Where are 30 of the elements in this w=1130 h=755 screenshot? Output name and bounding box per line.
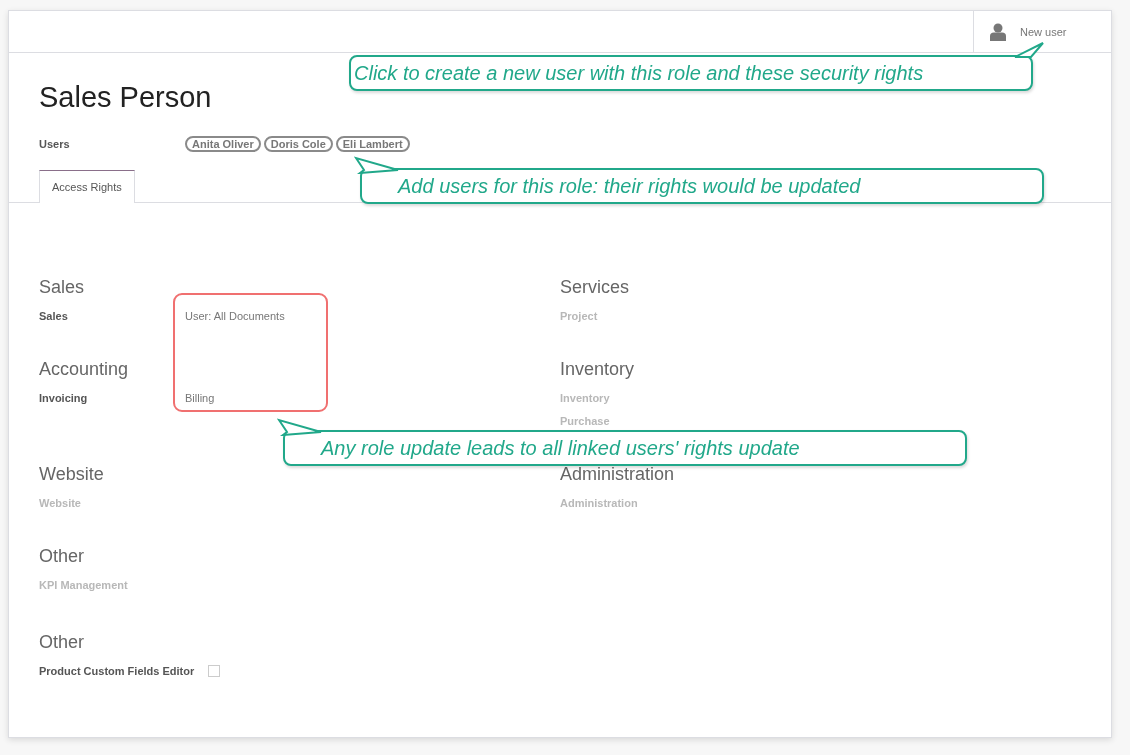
user-icon: [990, 22, 1006, 41]
field-label: Administration: [560, 496, 639, 510]
field-label: Inventory: [560, 391, 611, 405]
group-heading: Accounting: [39, 359, 129, 379]
field-label: Website: [39, 496, 82, 510]
callout-tail: [1013, 41, 1047, 59]
record-title: Sales Person: [39, 81, 213, 114]
group-heading: Services: [560, 277, 630, 297]
group-heading: Sales: [39, 277, 85, 297]
callout-tail: [354, 156, 400, 174]
tab[interactable]: Access Rights: [39, 170, 135, 203]
user-tag[interactable]: Eli Lambert: [335, 136, 410, 152]
group-heading: Other: [39, 546, 85, 566]
field-label: Project: [560, 309, 599, 323]
field-label: Users: [39, 138, 71, 150]
field-label: Product Custom Fields Editor: [39, 664, 195, 678]
group-heading: Website: [39, 464, 104, 484]
field-label: Sales: [39, 309, 69, 323]
group-heading: Inventory: [560, 359, 635, 379]
user-tag[interactable]: Doris Cole: [263, 136, 333, 152]
group-heading: Other: [39, 632, 85, 652]
field-label: Invoicing: [39, 391, 89, 405]
callout-tail: [277, 418, 323, 436]
field-label: KPI Management: [39, 578, 129, 592]
field-label: Purchase: [560, 414, 611, 428]
user-tag[interactable]: Anita Oliver: [185, 136, 261, 152]
field-value: User: All Documents: [185, 309, 285, 323]
field-value: Billing: [185, 391, 215, 405]
group-heading: Administration: [560, 464, 675, 484]
checkbox[interactable]: [208, 665, 221, 677]
